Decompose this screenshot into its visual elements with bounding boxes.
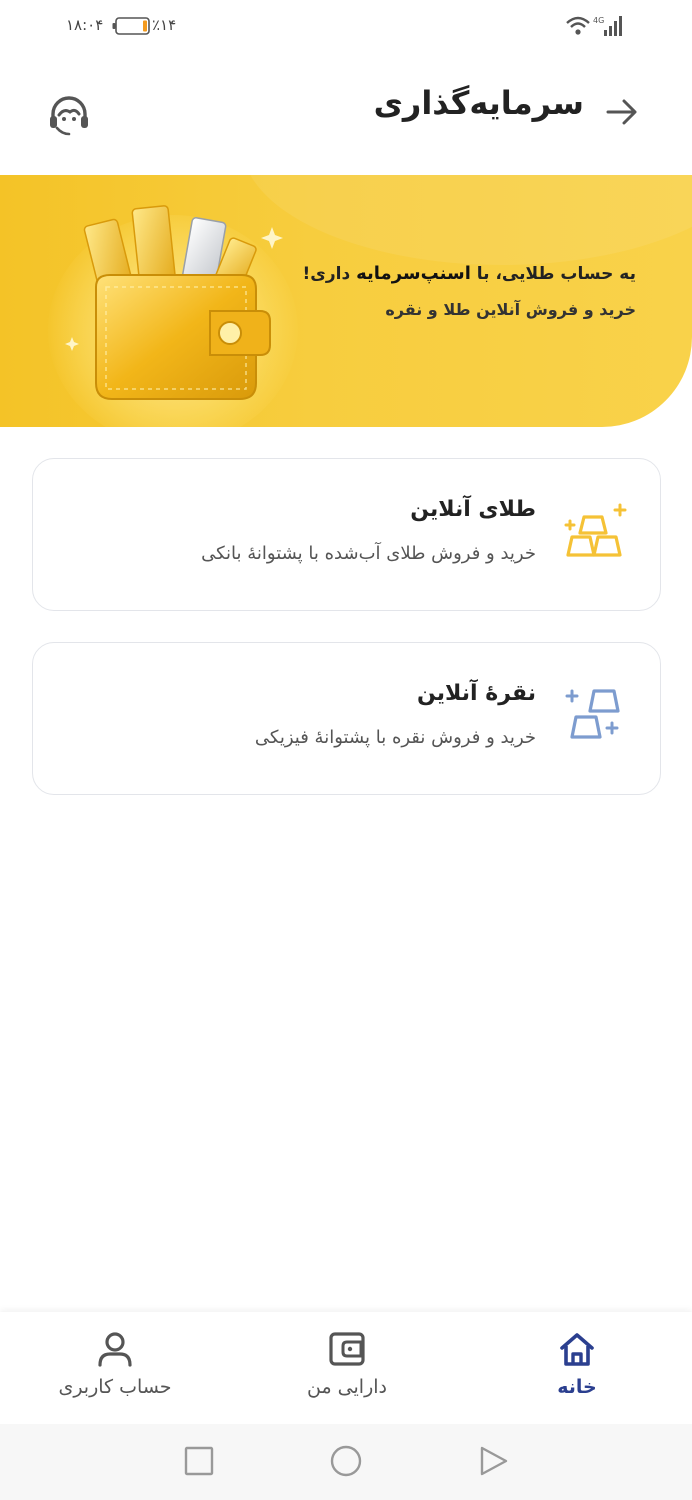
- app-header: سرمایه‌گذاری: [0, 62, 692, 162]
- card-title: طلای آنلاین: [410, 497, 536, 522]
- battery-icon: [112, 17, 150, 35]
- home-icon: [560, 1333, 594, 1366]
- back-triangle-icon[interactable]: [476, 1444, 510, 1478]
- arrow-right-icon[interactable]: [602, 92, 642, 132]
- banner-brand: اسنپ‌سرمایه: [356, 263, 471, 284]
- nav-label: خانه: [557, 1376, 597, 1398]
- nav-label: حساب کاربری: [58, 1376, 172, 1398]
- card-subtitle: خرید و فروش نقره با پشتوانهٔ فیزیکی: [254, 727, 536, 748]
- bottom-navigation: خانه دارایی من حساب کاربری: [0, 1312, 692, 1424]
- banner-subtitle: خرید و فروش آنلاین طلا و نقره: [385, 300, 636, 319]
- wifi-signal-icon: 4G: [566, 16, 622, 36]
- recent-apps-icon[interactable]: [182, 1444, 216, 1478]
- banner-headline: یه حساب طلایی، با اسنپ‌سرمایه داری!: [303, 263, 636, 284]
- card-subtitle: خرید و فروش طلای آب‌شده با پشتوانهٔ بانک…: [201, 543, 536, 564]
- banner-headline-suffix: داری!: [302, 264, 357, 284]
- nav-item-home[interactable]: خانه: [502, 1330, 652, 1410]
- battery-percent: ٪۱۴: [152, 16, 177, 34]
- banner-text: یه حساب طلایی، با اسنپ‌سرمایه داری! خرید…: [303, 263, 636, 319]
- headset-support-icon[interactable]: [46, 92, 92, 138]
- wallet-icon: [329, 1332, 365, 1366]
- promo-banner[interactable]: یه حساب طلایی، با اسنپ‌سرمایه داری! خرید…: [0, 175, 692, 427]
- gold-online-card[interactable]: طلای آنلاین خرید و فروش طلای آب‌شده با پ…: [32, 458, 661, 611]
- investment-screen: ۱۸:۰۴ ٪۱۴ 4G سرمایه‌گذاری: [0, 0, 692, 1500]
- silver-bars-icon: [565, 689, 620, 739]
- banner-decoration: [242, 175, 692, 265]
- nav-item-account[interactable]: حساب کاربری: [40, 1330, 190, 1410]
- nav-item-my-assets[interactable]: دارایی من: [272, 1330, 422, 1410]
- nav-label: دارایی من: [307, 1376, 387, 1398]
- status-bar: ۱۸:۰۴ ٪۱۴ 4G: [0, 0, 692, 52]
- page-title: سرمایه‌گذاری: [373, 84, 584, 122]
- home-circle-icon[interactable]: [329, 1444, 363, 1478]
- status-time: ۱۸:۰۴: [66, 16, 104, 34]
- gold-wallet-illustration: [65, 205, 283, 400]
- card-title: نقرهٔ آنلاین: [417, 681, 536, 706]
- system-navigation-bar: [0, 1424, 692, 1500]
- gold-bars-icon: [564, 503, 627, 557]
- network-type: 4G: [593, 16, 604, 25]
- silver-online-card[interactable]: نقرهٔ آنلاین خرید و فروش نقره با پشتوانه…: [32, 642, 661, 795]
- user-icon: [98, 1332, 132, 1367]
- banner-headline-prefix: یه حساب طلایی، با: [470, 264, 636, 284]
